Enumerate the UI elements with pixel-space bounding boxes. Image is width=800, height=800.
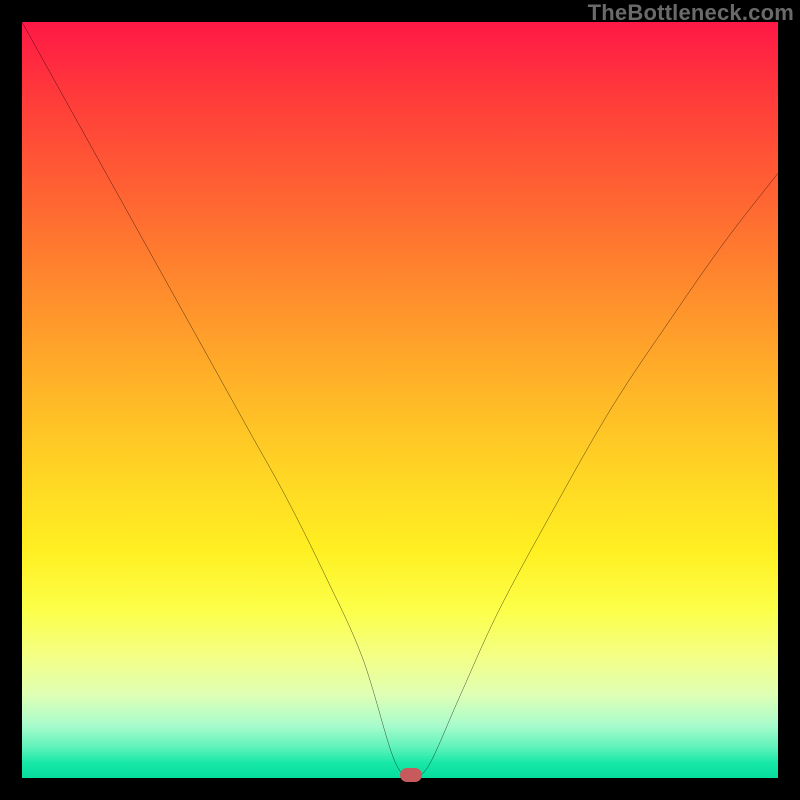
chart-frame: TheBottleneck.com — [0, 0, 800, 800]
plot-area — [22, 22, 778, 778]
watermark-text: TheBottleneck.com — [588, 0, 794, 26]
minimum-marker — [400, 768, 422, 782]
bottleneck-curve — [22, 22, 778, 778]
